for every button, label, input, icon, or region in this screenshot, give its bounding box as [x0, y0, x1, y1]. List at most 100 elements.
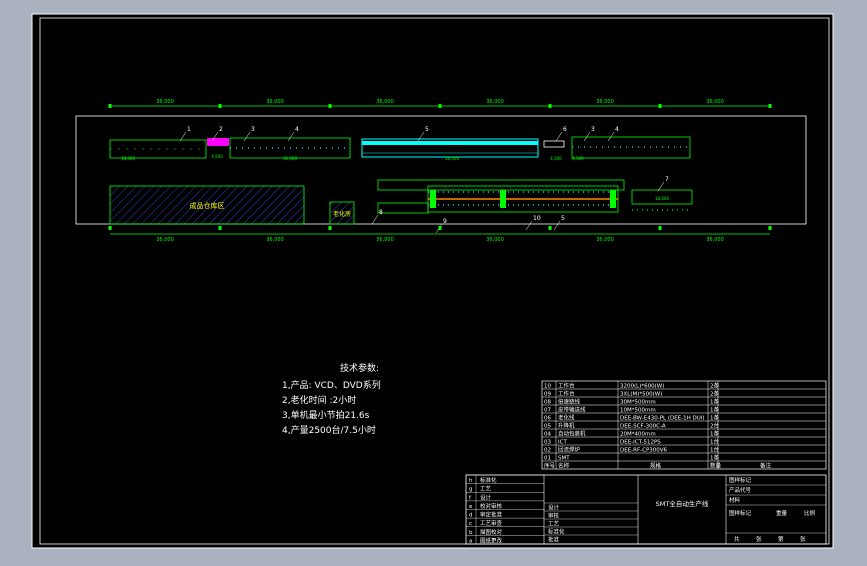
rev-text: 图纸更改 [480, 536, 503, 544]
rev-letter: a [469, 538, 472, 544]
part-spec: 10M*500mm [620, 408, 656, 414]
part-no: 04 [544, 432, 551, 438]
dim-text-bottom: 36,000 [266, 237, 284, 243]
dim-tick [438, 104, 442, 108]
part-no: 08 [544, 400, 551, 406]
part-no: 09 [544, 392, 551, 398]
tb-label: 比例 [804, 509, 816, 517]
rev-letter: d [469, 513, 473, 519]
callout-number: 5 [425, 126, 429, 133]
tech-line: 4,产量2500台/7.5小时 [282, 424, 376, 436]
parts-header-cell: 数量 [710, 462, 722, 470]
tb-label: 第 [778, 535, 784, 543]
dim-text-top: 36,000 [376, 99, 394, 105]
part-name: 工作台 [558, 382, 575, 390]
dim-text-bottom: 36,000 [486, 237, 504, 243]
part-no: 07 [544, 408, 551, 414]
rev-letter: h [469, 478, 473, 484]
dim-text-bottom: 36,000 [596, 237, 614, 243]
dim-text-bottom: 36,000 [706, 237, 724, 243]
storage-label: 成品仓库区 [190, 201, 225, 210]
sub-dim-text: 4,500 [211, 154, 223, 159]
part-spec: DEE-ICT-512PS [620, 440, 661, 446]
part-name: SMT [558, 456, 570, 462]
dim-tick [108, 226, 112, 230]
tb-label: 张 [800, 535, 806, 543]
part-name: 倍速链线 [558, 398, 581, 406]
part-name: 工作台 [558, 390, 575, 398]
rev-text: 校对审核 [480, 502, 503, 510]
tb-label: 材料 [729, 496, 741, 504]
dim-tick [658, 226, 662, 230]
sign-label: 工艺 [548, 521, 560, 528]
dim-tick [768, 104, 772, 108]
dim-tick [768, 226, 772, 230]
dim-tick [218, 226, 222, 230]
dim-text-top: 36,000 [266, 99, 284, 105]
callout-number: 2 [219, 126, 223, 133]
dim-tick [658, 104, 662, 108]
dim-tick [108, 104, 112, 108]
tb-label: 共 [734, 535, 740, 543]
dim-tick [438, 226, 442, 230]
dim-tick [548, 226, 552, 230]
tb-label: 图样标记 [729, 476, 752, 484]
drawing-canvas[interactable]: 成品仓库区 老化房 1 2 3 4 5 6 3 4 7 8 9 10 5 36,000 36,000 36,… [0, 0, 867, 562]
rev-text: 审定批准 [480, 511, 503, 519]
callout-number: 5 [561, 215, 565, 222]
callout-number: 7 [665, 176, 669, 183]
rev-letter: c [469, 521, 472, 527]
sub-dim-text: 4,500 [550, 156, 562, 161]
rev-letter: b [469, 530, 473, 536]
part-no: 03 [544, 440, 551, 446]
callout-number: 6 [563, 126, 567, 133]
callout-number: 4 [295, 126, 299, 133]
tech-line: 3,单机最小节拍21.6s [282, 409, 370, 421]
part-spec: 3XL(M)*500(W) [620, 392, 662, 398]
parts-header-cell: 名称 [558, 462, 570, 470]
tech-line: 2,老化时间 :2小时 [282, 394, 356, 406]
callout-number: 3 [251, 126, 255, 133]
rev-text: 工艺审查 [480, 519, 503, 527]
callout-number: 3 [591, 126, 595, 133]
part-spec: 30M*500mm [620, 400, 656, 406]
part-name: 皮带输送线 [558, 406, 586, 414]
rev-text: 描图校对 [480, 528, 503, 536]
part-spec: DEE-SCF-300C-A [620, 424, 666, 430]
tech-line: 1,产品: VCD、DVD系列 [282, 379, 381, 391]
sign-label: 标准化 [548, 528, 565, 536]
sign-label: 审核 [548, 512, 560, 520]
part-name: 老化线 [558, 414, 575, 422]
dim-text-top: 36,000 [706, 99, 724, 105]
sign-label: 设计 [548, 504, 560, 512]
part-no: 05 [544, 424, 551, 430]
sub-dim-text: 4,500 [572, 156, 584, 161]
callout-number: 8 [379, 209, 383, 216]
parts-header-cell: 规格 [650, 462, 662, 470]
sub-dim-text: 18,000 [655, 196, 669, 201]
tb-label: 产品代号 [729, 486, 752, 494]
cad-viewport[interactable]: 成品仓库区 老化房 1 2 3 4 5 6 3 4 7 8 9 10 5 36,000 36,000 36,… [0, 0, 867, 562]
part-spec: DEE-RF-CP300V6 [620, 448, 668, 454]
part-name: 升降机 [558, 422, 575, 430]
tech-title: 技术参数: [340, 362, 379, 374]
callout-number: 9 [443, 218, 447, 225]
part-name: 回流焊炉 [558, 446, 581, 454]
callout-number: 1 [187, 126, 191, 133]
dim-tick [328, 226, 332, 230]
sub-dim-text: 36,000 [445, 156, 459, 161]
finished-goods-storage: 成品仓库区 [109, 185, 305, 225]
project-title: SMT全自动生产线 [656, 499, 709, 508]
dim-tick [548, 104, 552, 108]
part-spec: 3200(L)*600(W) [620, 384, 664, 390]
dim-tick [218, 104, 222, 108]
sub-dim-text: 18,000 [121, 156, 135, 161]
sub-dim-text: 30,000 [283, 156, 297, 161]
dim-text-bottom: 36,000 [156, 237, 174, 243]
part-spec: 20M*400mm [620, 432, 656, 438]
part-no: 10 [544, 384, 551, 390]
tb-label: 重量 [776, 509, 788, 517]
rev-letter: g [469, 487, 473, 493]
aging-room-label: 老化房 [333, 210, 351, 218]
dim-text-top: 36,000 [156, 99, 174, 105]
